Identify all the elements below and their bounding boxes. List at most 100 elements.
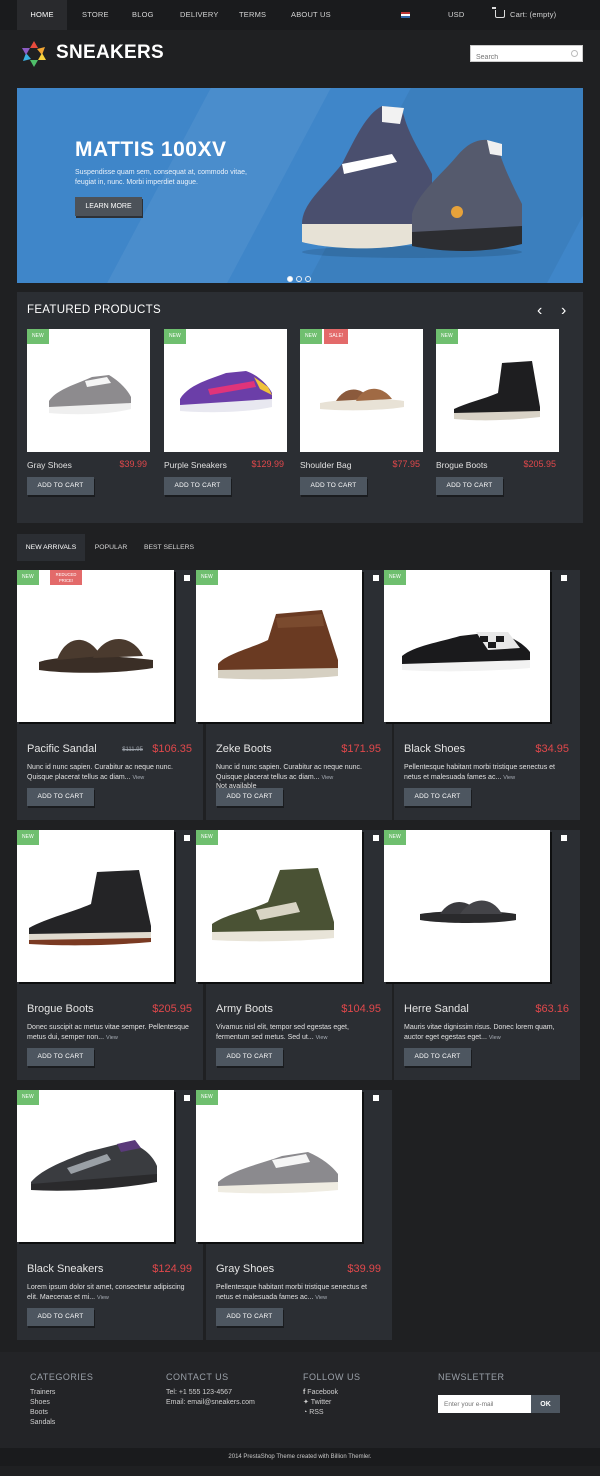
- compare-checkbox[interactable]: [184, 835, 190, 841]
- product-name[interactable]: Herre Sandal: [404, 1003, 469, 1015]
- product-price: $34.95: [535, 743, 569, 755]
- view-link[interactable]: View: [97, 1295, 109, 1301]
- add-to-cart-button[interactable]: ADD TO CART: [164, 477, 231, 495]
- add-to-cart-button[interactable]: ADD TO CART: [27, 477, 94, 495]
- learn-more-button[interactable]: LEARN MORE: [75, 197, 142, 216]
- product-image[interactable]: [300, 329, 423, 452]
- view-link[interactable]: View: [503, 775, 515, 781]
- search-icon[interactable]: [571, 50, 578, 57]
- product-name[interactable]: Brogue Boots: [436, 460, 488, 470]
- nav-terms[interactable]: TERMS: [239, 0, 266, 30]
- add-to-cart-button[interactable]: ADD TO CART: [27, 1308, 94, 1326]
- nav-blog[interactable]: BLOG: [132, 0, 154, 30]
- currency-selector[interactable]: USD: [448, 0, 464, 30]
- purple-sneaker-image: [180, 371, 272, 413]
- view-link[interactable]: View: [316, 1035, 328, 1041]
- product-image[interactable]: [196, 570, 362, 722]
- rss-link[interactable]: ◔ RSS: [303, 1408, 361, 1418]
- view-link[interactable]: View: [489, 1035, 501, 1041]
- twitter-link[interactable]: ✦ Twitter: [303, 1398, 361, 1408]
- product-image[interactable]: [384, 570, 550, 722]
- add-to-cart-button[interactable]: ADD TO CART: [27, 788, 94, 806]
- newsletter-ok-button[interactable]: OK: [531, 1395, 560, 1413]
- add-to-cart-button[interactable]: ADD TO CART: [300, 477, 367, 495]
- product-name[interactable]: Purple Sneakers: [164, 460, 227, 470]
- view-link[interactable]: View: [315, 1295, 327, 1301]
- add-to-cart-button[interactable]: ADD TO CART: [216, 1048, 283, 1066]
- slider-dot-3[interactable]: [305, 276, 311, 282]
- product-name[interactable]: Pacific Sandal: [27, 743, 97, 755]
- product-name[interactable]: Brogue Boots: [27, 1003, 94, 1015]
- slider-dot-2[interactable]: [296, 276, 302, 282]
- category-link[interactable]: Boots: [30, 1408, 93, 1418]
- reduced-price-badge: REDUCED PRICE!: [50, 570, 82, 585]
- add-to-cart-button[interactable]: ADD TO CART: [27, 1048, 94, 1066]
- search-box[interactable]: [470, 45, 583, 65]
- category-link[interactable]: Sandals: [30, 1418, 93, 1428]
- compare-checkbox[interactable]: [373, 575, 379, 581]
- tab-best-sellers[interactable]: BEST SELLERS: [137, 534, 201, 561]
- product-image[interactable]: [196, 830, 362, 982]
- us-flag-icon[interactable]: [401, 12, 410, 18]
- product-image[interactable]: [164, 329, 287, 452]
- product-name[interactable]: Army Boots: [216, 1003, 273, 1015]
- product-image[interactable]: [17, 830, 174, 982]
- logo-star-icon[interactable]: [20, 40, 48, 68]
- compare-checkbox[interactable]: [561, 575, 567, 581]
- nav-store[interactable]: STORE: [82, 0, 109, 30]
- featured-prev-arrow[interactable]: ‹: [537, 302, 542, 320]
- product-image[interactable]: [27, 329, 150, 452]
- featured-next-arrow[interactable]: ›: [561, 302, 566, 320]
- compare-checkbox[interactable]: [373, 835, 379, 841]
- product-card[interactable]: NEW Herre Sandal $63.16 Mauris vitae dig…: [384, 830, 580, 1080]
- cart-link[interactable]: Cart: (empty): [510, 0, 556, 30]
- product-card[interactable]: NEW REDUCED PRICE! Pacific Sandal $111.9…: [17, 570, 203, 820]
- product-name[interactable]: Gray Shoes: [216, 1263, 274, 1275]
- slider-dot-1[interactable]: [287, 276, 293, 282]
- product-name[interactable]: Shoulder Bag: [300, 460, 352, 470]
- cart-icon[interactable]: [492, 7, 505, 18]
- view-link[interactable]: View: [321, 775, 333, 781]
- product-description: Lorem ipsum dolor sit amet, consectetur …: [27, 1284, 185, 1301]
- compare-checkbox[interactable]: [184, 1095, 190, 1101]
- category-link[interactable]: Trainers: [30, 1388, 93, 1398]
- add-to-cart-button[interactable]: ADD TO CART: [404, 788, 471, 806]
- product-card[interactable]: NEW Brogue Boots $205.95 Donec suscipit …: [17, 830, 203, 1080]
- product-name[interactable]: Gray Shoes: [27, 460, 72, 470]
- product-name[interactable]: Black Shoes: [404, 743, 465, 755]
- logo-text[interactable]: SNEAKERS: [56, 42, 164, 64]
- product-image[interactable]: [17, 570, 174, 722]
- product-name[interactable]: Black Sneakers: [27, 1263, 103, 1275]
- add-to-cart-button[interactable]: ADD TO CART: [436, 477, 503, 495]
- nav-about[interactable]: ABOUT US: [291, 0, 331, 30]
- product-image[interactable]: [436, 329, 559, 452]
- compare-checkbox[interactable]: [184, 575, 190, 581]
- product-card[interactable]: NEW Gray Shoes $39.99 Pellentesque habit…: [196, 1090, 392, 1340]
- newsletter-email-input[interactable]: [438, 1395, 531, 1413]
- product-image[interactable]: [17, 1090, 174, 1242]
- product-card[interactable]: NEW Black Sneakers $124.99 Lorem ipsum d…: [17, 1090, 203, 1340]
- compare-checkbox[interactable]: [561, 835, 567, 841]
- facebook-link[interactable]: f Facebook: [303, 1388, 361, 1398]
- search-input[interactable]: [471, 50, 566, 65]
- add-to-cart-button[interactable]: ADD TO CART: [404, 1048, 471, 1066]
- product-card[interactable]: NEW Army Boots $104.95 Vivamus nisl elit…: [196, 830, 392, 1080]
- product-name[interactable]: Zeke Boots: [216, 743, 272, 755]
- tab-popular[interactable]: POPULAR: [85, 534, 137, 561]
- add-to-cart-button[interactable]: ADD TO CART: [216, 788, 283, 806]
- product-image[interactable]: [384, 830, 550, 982]
- view-link[interactable]: View: [106, 1035, 118, 1041]
- add-to-cart-button[interactable]: ADD TO CART: [216, 1308, 283, 1326]
- product-card[interactable]: NEW Black Shoes $34.95 Pellentesque habi…: [384, 570, 580, 820]
- tab-new-arrivals[interactable]: NEW ARRIVALS: [17, 534, 85, 561]
- contact-email[interactable]: Email: email@sneakers.com: [166, 1398, 255, 1408]
- view-link[interactable]: View: [132, 775, 144, 781]
- category-link[interactable]: Shoes: [30, 1398, 93, 1408]
- product-image[interactable]: [196, 1090, 362, 1242]
- nav-home[interactable]: HOME: [17, 0, 67, 30]
- compare-checkbox[interactable]: [373, 1095, 379, 1101]
- nav-delivery[interactable]: DELIVERY: [180, 0, 219, 30]
- product-card[interactable]: NEW Zeke Boots $171.95 Nunc id nunc sapi…: [196, 570, 392, 820]
- product-description: Donec suscipit ac metus vitae semper. Pe…: [27, 1024, 189, 1041]
- pacific-sandal-image: [39, 639, 153, 673]
